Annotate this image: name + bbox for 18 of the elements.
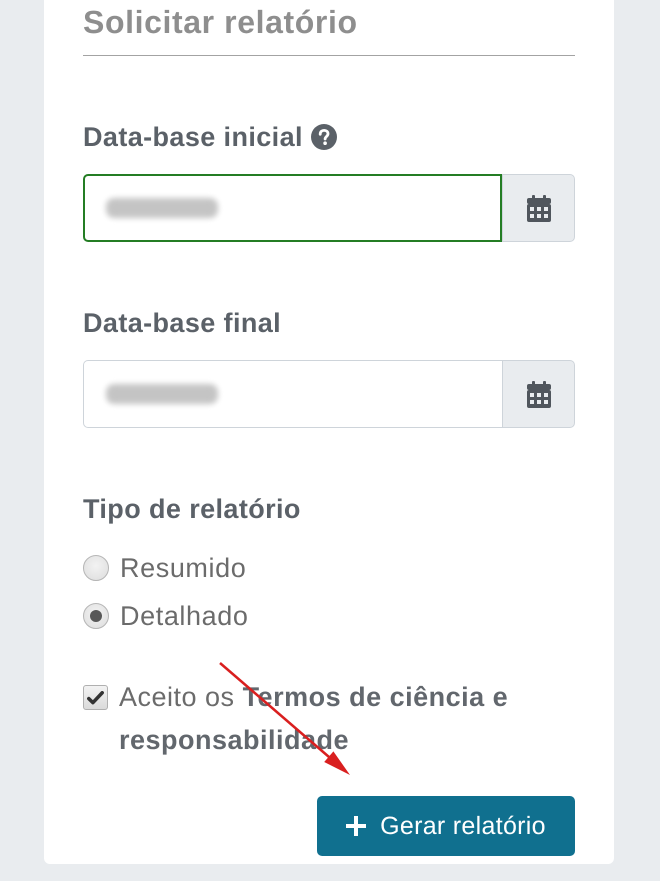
checkbox[interactable] [83,685,108,710]
help-icon[interactable] [310,124,337,150]
option-label[interactable]: Resumido [120,552,246,584]
calendar-icon [526,194,550,222]
calendar-button[interactable] [502,360,575,428]
radio-button[interactable] [83,555,109,581]
calendar-icon [526,380,550,408]
checkmark-icon [87,690,104,704]
section-label: Tipo de relatório [83,493,301,525]
radio-button[interactable] [83,603,109,629]
form-title: Solicitar relatório [83,3,359,41]
calendar-button[interactable] [502,174,575,242]
generate-report-button[interactable]: Gerar relatório [317,796,575,856]
option-label[interactable]: Detalhado [120,600,248,632]
field-label: Data-base inicial [83,121,303,153]
date-input[interactable] [83,174,502,242]
plus-icon [346,816,366,836]
field-label: Data-base final [83,307,282,339]
